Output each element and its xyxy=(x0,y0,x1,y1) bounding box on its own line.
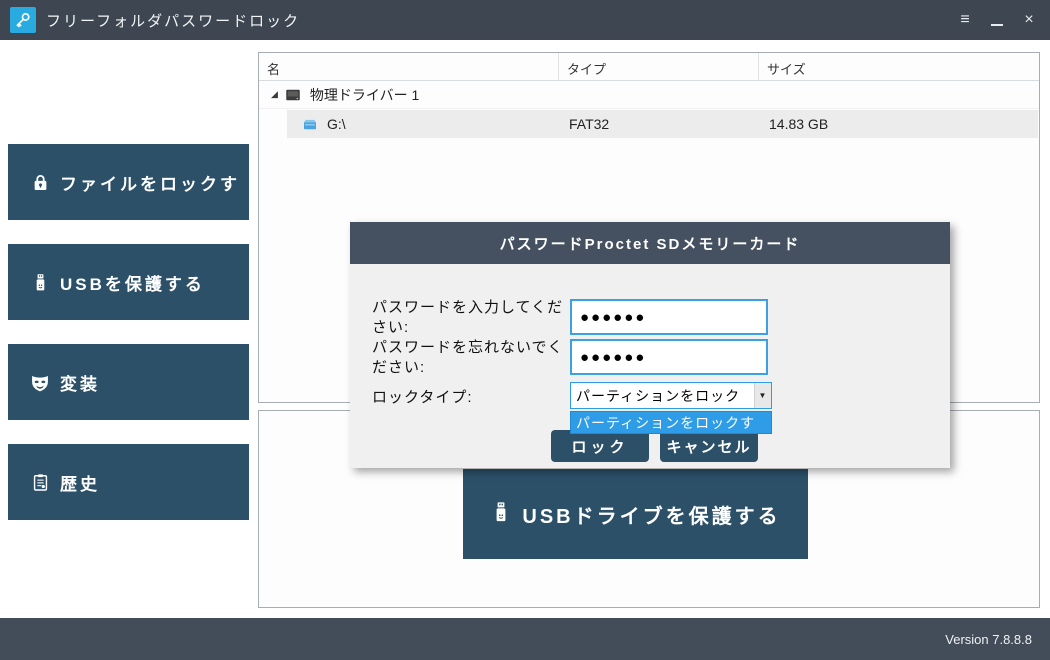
mask-icon xyxy=(30,372,50,392)
password-dialog: パスワードProctet SDメモリーカード パスワードを入力してください: ●… xyxy=(350,222,950,468)
sidebar-item-label: 歴史 xyxy=(60,470,100,495)
confirm-password-label: パスワードを忘れないでください: xyxy=(372,338,574,379)
lock-type-dropdown-list: パーティションをロックす xyxy=(570,411,772,434)
history-icon xyxy=(30,472,50,492)
title-bar: フリーフォルダパスワードロック ≡ × xyxy=(0,0,1050,40)
partition-name: G:\ xyxy=(327,116,346,132)
harddrive-icon xyxy=(284,86,302,104)
lock-type-option-highlighted[interactable]: パーティションをロックす xyxy=(571,412,771,433)
window-controls: ≡ × xyxy=(952,0,1042,40)
cancel-button[interactable]: キャンセル xyxy=(660,430,758,462)
app-window: フリーフォルダパスワードロック ≡ × ファイルをロックす xyxy=(0,0,1050,660)
usb-icon xyxy=(30,272,50,292)
table-row-partition-selected[interactable]: G:\ FAT32 14.83 GB xyxy=(287,110,1038,138)
sidebar-item-history[interactable]: 歴史 xyxy=(8,444,249,520)
column-header-size[interactable]: サイズ xyxy=(759,53,1039,80)
lock-button[interactable]: ロック xyxy=(551,430,649,462)
sidebar-item-label: ファイルをロックす xyxy=(60,170,240,195)
partition-size: 14.83 GB xyxy=(769,116,828,132)
minimize-icon[interactable] xyxy=(984,7,1010,33)
tree-expand-icon[interactable]: ◢ xyxy=(271,89,278,100)
confirm-password-input[interactable]: ●●●●●● xyxy=(570,339,768,375)
app-logo xyxy=(10,7,36,33)
sidebar-item-label: USBを保護する xyxy=(60,270,205,295)
dialog-title: パスワードProctet SDメモリーカード xyxy=(350,222,950,264)
password-label: パスワードを入力してください: xyxy=(372,298,574,339)
key-icon xyxy=(14,11,32,29)
usb-icon xyxy=(490,501,512,528)
drive-label: 物理ドライバー 1 xyxy=(310,85,419,105)
table-row-physical-drive[interactable]: ◢ 物理ドライバー 1 xyxy=(259,81,1039,109)
protect-usb-drive-label: USBドライブを保護する xyxy=(522,500,780,529)
lock-type-label: ロックタイプ: xyxy=(372,388,574,408)
lock-icon xyxy=(30,172,50,192)
column-header-type[interactable]: タイプ xyxy=(559,53,759,80)
column-header-name[interactable]: 名 xyxy=(259,53,559,80)
lock-type-selected-value: パーティションをロック xyxy=(571,386,754,406)
chevron-down-icon[interactable]: ▼ xyxy=(754,383,771,408)
sidebar-item-disguise[interactable]: 変装 xyxy=(8,344,249,420)
status-bar: Version 7.8.8.8 xyxy=(0,618,1050,660)
protect-usb-drive-button[interactable]: USBドライブを保護する xyxy=(463,469,808,559)
table-header: 名 タイプ サイズ xyxy=(259,53,1039,81)
password-input[interactable]: ●●●●●● xyxy=(570,299,768,335)
sidebar-item-label: 変装 xyxy=(60,370,100,395)
app-title: フリーフォルダパスワードロック xyxy=(46,10,300,31)
lock-type-dropdown[interactable]: パーティションをロック ▼ xyxy=(570,382,772,409)
version-label: Version 7.8.8.8 xyxy=(945,632,1032,647)
sidebar-item-protect-usb[interactable]: USBを保護する xyxy=(8,244,249,320)
sidebar-item-lock-files[interactable]: ファイルをロックす xyxy=(8,144,249,220)
menu-icon[interactable]: ≡ xyxy=(952,7,978,33)
close-icon[interactable]: × xyxy=(1016,7,1042,33)
partition-icon xyxy=(301,115,319,133)
partition-type: FAT32 xyxy=(569,116,609,132)
